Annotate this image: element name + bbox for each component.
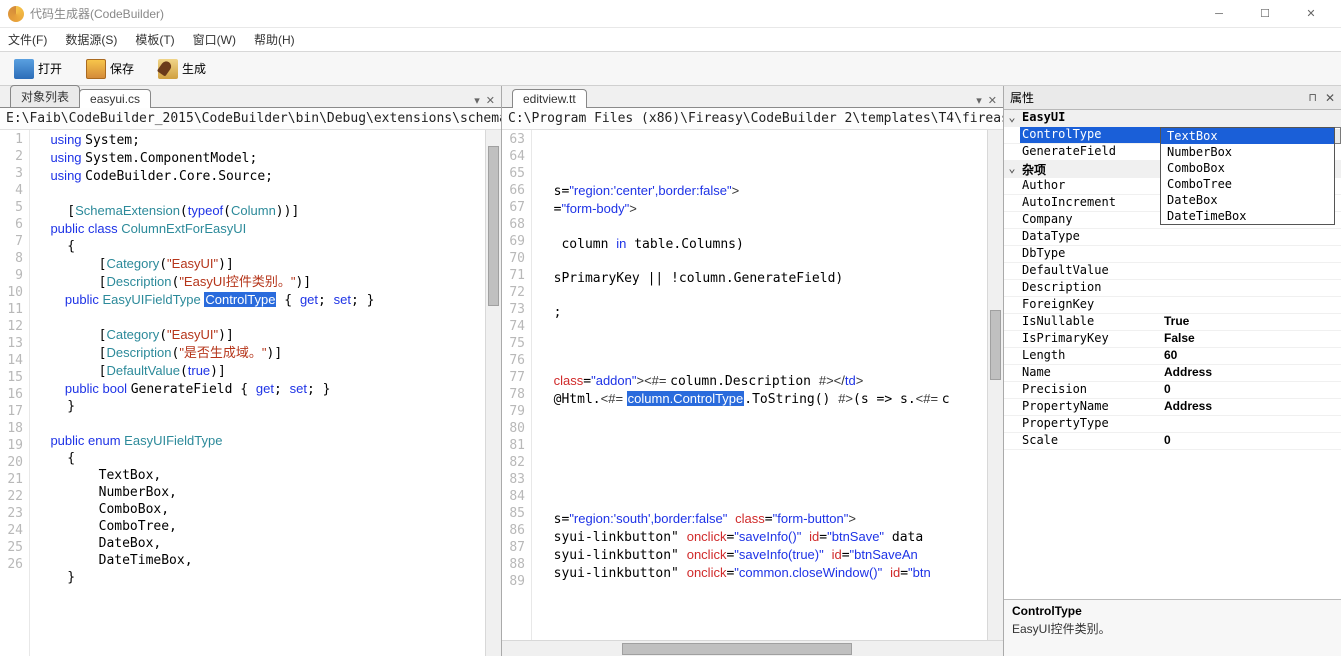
mid-hscrollbar[interactable]	[502, 640, 1003, 656]
build-button[interactable]: 生成	[152, 57, 212, 81]
property-row[interactable]: Scale0	[1004, 433, 1341, 450]
left-editor[interactable]: 1 2 3 4 5 6 7 8 9 10 11 12 13 14 15 16 1…	[0, 130, 501, 656]
property-row[interactable]: IsPrimaryKeyFalse	[1004, 331, 1341, 348]
dropdown-option[interactable]: ComboBox	[1161, 160, 1334, 176]
mid-pane: editview.tt ▾ ✕ C:\Program Files (x86)\Fi…	[502, 86, 1004, 656]
left-vscrollbar[interactable]	[485, 130, 501, 656]
menu-file[interactable]: 文件(F)	[8, 31, 47, 48]
property-row[interactable]: DefaultValue	[1004, 263, 1341, 280]
mid-path: C:\Program Files (x86)\Fireasy\CodeBuild…	[502, 108, 1003, 130]
properties-pane: 属性 ⊓ ✕ ⌄EasyUIControlTypeTextBox⌄Generat…	[1004, 86, 1341, 656]
tab-editview-tt[interactable]: editview.tt	[512, 89, 587, 108]
dropdown-option[interactable]: DateTimeBox	[1161, 208, 1334, 224]
controltype-dropdown[interactable]: TextBoxNumberBoxComboBoxComboTreeDateBox…	[1160, 127, 1335, 225]
tab-easyui-cs[interactable]: easyui.cs	[79, 89, 151, 108]
menu-template[interactable]: 模板(T)	[135, 31, 174, 48]
tab-close-icon[interactable]: ✕	[486, 94, 495, 107]
property-row[interactable]: PropertyNameAddress	[1004, 399, 1341, 416]
menu-help[interactable]: 帮助(H)	[254, 31, 295, 48]
menu-datasource[interactable]: 数据源(S)	[65, 31, 117, 48]
pin-icon[interactable]: ⊓	[1308, 91, 1317, 104]
save-icon	[86, 59, 106, 79]
property-row[interactable]: DataType	[1004, 229, 1341, 246]
tab-object-list[interactable]: 对象列表	[10, 85, 80, 107]
property-row[interactable]: NameAddress	[1004, 365, 1341, 382]
titlebar: 代码生成器(CodeBuilder) ─ ☐ ✕	[0, 0, 1341, 28]
open-icon	[14, 59, 34, 79]
toolbar: 打开 保存 生成	[0, 52, 1341, 86]
open-button[interactable]: 打开	[8, 57, 68, 81]
property-row[interactable]: Length60	[1004, 348, 1341, 365]
property-row[interactable]: Precision0	[1004, 382, 1341, 399]
close-button[interactable]: ✕	[1289, 1, 1333, 27]
property-row[interactable]: Description	[1004, 280, 1341, 297]
dropdown-option[interactable]: TextBox	[1161, 128, 1334, 144]
property-row[interactable]: DbType	[1004, 246, 1341, 263]
dropdown-option[interactable]: NumberBox	[1161, 144, 1334, 160]
left-path: E:\Faib\CodeBuilder_2015\CodeBuilder\bin…	[0, 108, 501, 130]
mid-vscrollbar[interactable]	[987, 130, 1003, 640]
tab-dropdown-icon[interactable]: ▾	[474, 94, 480, 107]
build-icon	[158, 59, 178, 79]
property-grid[interactable]: ⌄EasyUIControlTypeTextBox⌄GenerateField⌄…	[1004, 110, 1341, 600]
property-row[interactable]: PropertyType	[1004, 416, 1341, 433]
menubar: 文件(F) 数据源(S) 模板(T) 窗口(W) 帮助(H)	[0, 28, 1341, 52]
property-description: ControlType EasyUI控件类别。	[1004, 600, 1341, 656]
save-button[interactable]: 保存	[80, 57, 140, 81]
property-category[interactable]: ⌄EasyUI	[1004, 110, 1341, 127]
mid-editor[interactable]: 63 64 65 66 67 68 69 70 71 72 73 74 75 7…	[502, 130, 1003, 640]
minimize-button[interactable]: ─	[1197, 1, 1241, 27]
app-icon	[8, 6, 24, 22]
dropdown-option[interactable]: DateBox	[1161, 192, 1334, 208]
property-row[interactable]: IsNullableTrue	[1004, 314, 1341, 331]
property-row[interactable]: ForeignKey	[1004, 297, 1341, 314]
menu-window[interactable]: 窗口(W)	[193, 31, 236, 48]
tab-dropdown-icon[interactable]: ▾	[976, 94, 982, 107]
window-title: 代码生成器(CodeBuilder)	[30, 5, 1197, 22]
panel-close-icon[interactable]: ✕	[1325, 91, 1335, 105]
maximize-button[interactable]: ☐	[1243, 1, 1287, 27]
left-pane: 对象列表 easyui.cs ▾ ✕ E:\Faib\CodeBuilder_20…	[0, 86, 502, 656]
tab-close-icon[interactable]: ✕	[988, 94, 997, 107]
properties-title: 属性	[1010, 89, 1034, 106]
dropdown-option[interactable]: ComboTree	[1161, 176, 1334, 192]
